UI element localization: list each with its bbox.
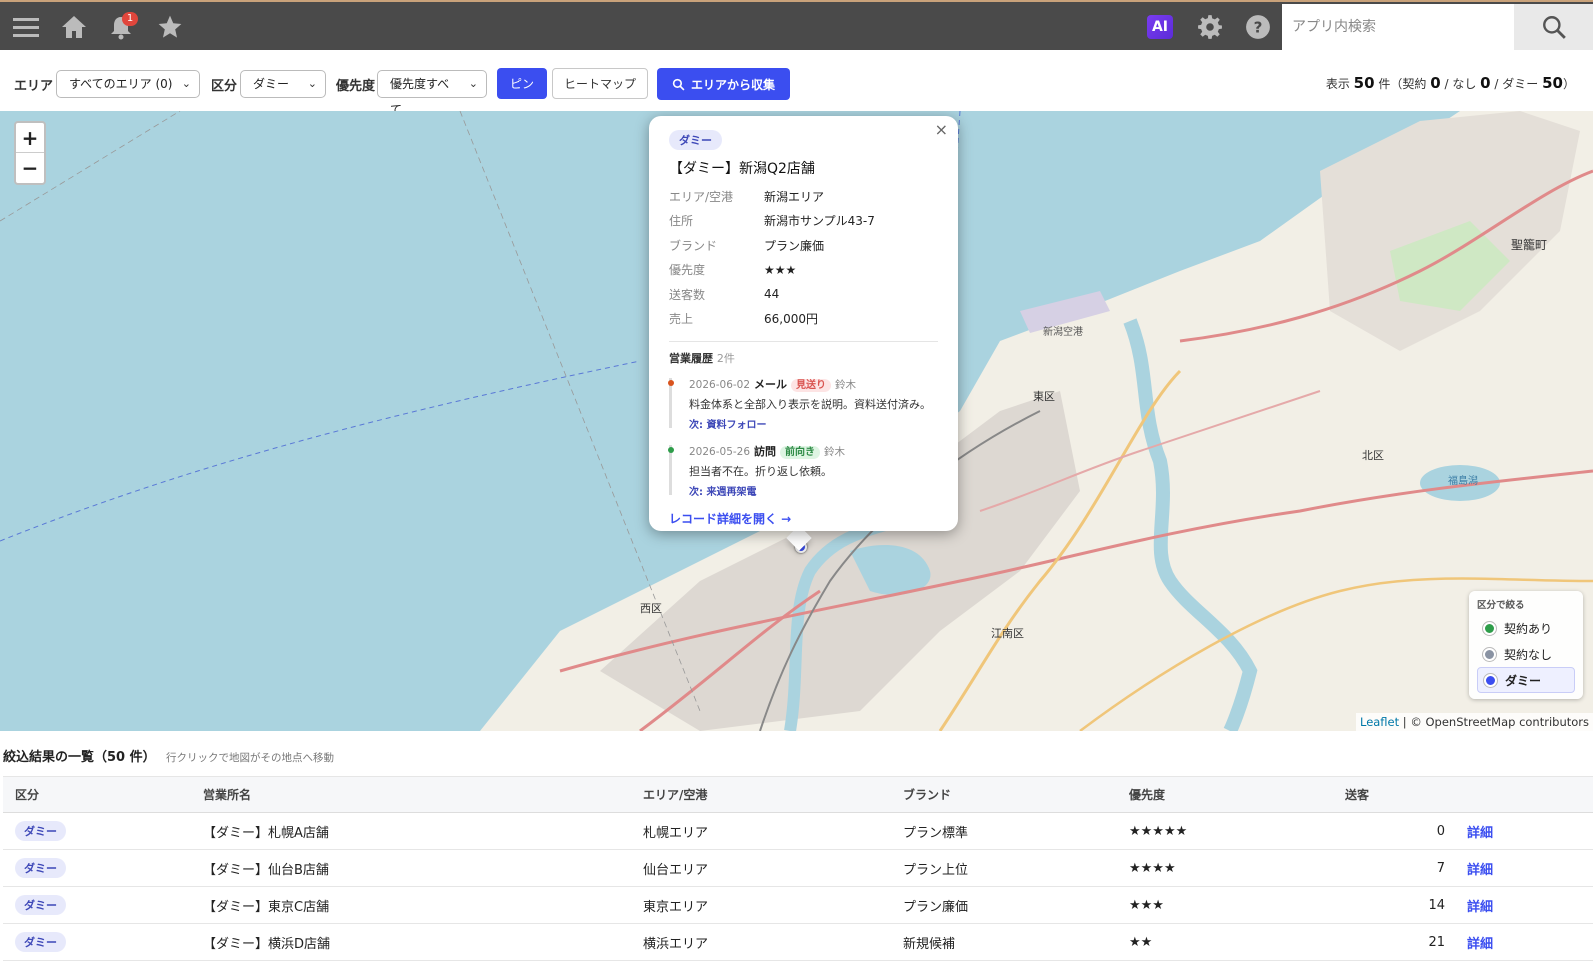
priority-select[interactable]: 優先度すべて ⌄	[377, 70, 487, 117]
map-label-fukushimagata: 福島潟	[1448, 476, 1478, 487]
no-contract-count: 0	[1480, 74, 1491, 92]
area-select-value: すべてのエリア (0)	[69, 77, 173, 91]
open-record-detail-link[interactable]: レコード詳細を開く →	[669, 510, 938, 527]
zoom-out-button[interactable]: −	[16, 153, 44, 183]
history-entry: 2026-05-26 訪問 前向き 鈴木 担当者不在。折り返し依頼。 次: 来週再架電	[668, 443, 938, 498]
area-select[interactable]: すべてのエリア (0) ⌄	[56, 70, 200, 98]
category-badge: ダミー	[15, 895, 66, 915]
chevron-down-icon: ⌄	[468, 77, 478, 90]
column-priority: 優先度	[1129, 776, 1345, 813]
table-row[interactable]: ダミー 【ダミー】仙台B店舗 仙台エリア プラン上位 ★★★★ 7 詳細	[3, 849, 1593, 887]
table-header-row: 区分 営業所名 エリア/空港 ブランド 優先度 送客	[3, 776, 1593, 813]
legend-dot	[1483, 621, 1496, 635]
list-title: 絞込結果の一覧（50 件）	[3, 750, 156, 765]
history-entry: 2026-06-02 メール 見送り 鈴木 料金体系と全部入り表示を説明。資料送付済み…	[668, 376, 938, 431]
popup-sent-count: 44	[764, 287, 780, 302]
menu-icon[interactable]	[9, 10, 43, 44]
map-attribution: Leaflet | © OpenStreetMap contributors	[1355, 713, 1593, 731]
category-badge: ダミー	[15, 858, 66, 878]
settings-gear-icon[interactable]	[1193, 10, 1227, 44]
status-badge: 前向き	[780, 446, 821, 459]
result-summary: 表示 50 件（契約 0 / なし 0 / ダミー 50）	[1325, 74, 1575, 92]
sales-history-heading: 営業履歴 2件	[669, 352, 735, 365]
list-hint: 行クリックで地図がその地点へ移動	[166, 752, 334, 764]
table-row[interactable]: ダミー 【ダミー】東京C店舗 東京エリア プラン廉価 ★★★ 14 詳細	[3, 886, 1593, 924]
map-view[interactable]: 新潟空港 東区 北区 西区 江南区 聖籠町 福島潟 + − 区分で絞る 契約あり…	[0, 111, 1593, 731]
priority-filter-label: 優先度	[336, 79, 376, 94]
app-search-input[interactable]	[1282, 4, 1514, 50]
ai-assistant-button[interactable]: AI	[1147, 15, 1173, 39]
column-area: エリア/空港	[643, 776, 903, 813]
search-icon	[672, 78, 685, 90]
total-count: 50	[1353, 74, 1375, 92]
contract-count: 0	[1430, 74, 1441, 92]
store-popup: × ダミー 【ダミー】新潟Q2店舗 エリア/空港 新潟エリア 住所 新潟市サンプル4…	[649, 116, 958, 531]
legend-item-contract[interactable]: 契約あり	[1477, 615, 1575, 641]
home-icon[interactable]	[57, 10, 91, 44]
help-icon[interactable]: ?	[1241, 10, 1275, 44]
map-label-nishi: 西区	[640, 602, 662, 615]
collect-from-area-button[interactable]: エリアから収集	[657, 68, 790, 100]
popup-area: 新潟エリア	[764, 189, 825, 204]
legend-title: 区分で絞る	[1477, 600, 1525, 611]
popup-priority: ★★★	[764, 262, 797, 277]
popup-sales: 66,000円	[764, 312, 818, 327]
category-badge: ダミー	[15, 821, 66, 841]
search-icon	[1542, 16, 1566, 39]
category-badge: ダミー	[15, 932, 66, 952]
table-row[interactable]: ダミー 【ダミー】横浜D店舗 横浜エリア 新規候補 ★★ 21 詳細	[3, 923, 1593, 961]
legend-item-no-contract[interactable]: 契約なし	[1477, 641, 1575, 667]
popup-brand: プラン廉価	[764, 238, 825, 253]
leaflet-link[interactable]: Leaflet	[1360, 715, 1399, 729]
map-label-airport: 新潟空港	[1043, 327, 1083, 338]
column-category: 区分	[3, 776, 203, 813]
favorites-star-icon[interactable]	[153, 10, 187, 44]
heatmap-view-button[interactable]: ヒートマップ	[552, 68, 648, 99]
popup-title: 【ダミー】新潟Q2店舗	[669, 161, 815, 177]
legend-item-dummy[interactable]: ダミー	[1477, 667, 1575, 693]
map-label-higashi: 東区	[1033, 390, 1055, 403]
results-table: 区分 営業所名 エリア/空港 ブランド 優先度 送客 ダミー 【ダミー】札幌A店…	[3, 776, 1593, 961]
popup-category-tag: ダミー	[669, 130, 722, 150]
notification-bell-icon[interactable]: 1	[104, 10, 138, 44]
map-label-konan: 江南区	[991, 627, 1024, 640]
column-brand: ブランド	[903, 776, 1129, 813]
popup-address: 新潟市サンプル43-7	[764, 214, 875, 229]
map-label-seiro: 聖籠町	[1511, 238, 1548, 252]
close-icon[interactable]: ×	[935, 120, 948, 139]
chevron-down-icon: ⌄	[307, 77, 317, 90]
zoom-in-button[interactable]: +	[16, 123, 44, 153]
column-name: 営業所名	[203, 776, 643, 813]
category-legend: 区分で絞る 契約あり 契約なし ダミー	[1469, 591, 1583, 699]
detail-link[interactable]: 詳細	[1467, 849, 1593, 887]
detail-link[interactable]: 詳細	[1467, 886, 1593, 924]
legend-dot	[1484, 673, 1497, 687]
table-row[interactable]: ダミー 【ダミー】札幌A店舗 札幌エリア プラン標準 ★★★★★ 0 詳細	[3, 812, 1593, 850]
pin-view-button[interactable]: ピン	[497, 68, 547, 99]
category-select-value: ダミー	[253, 77, 290, 91]
search-button[interactable]	[1514, 4, 1593, 50]
dummy-count: 50	[1542, 74, 1563, 92]
category-filter-label: 区分	[211, 79, 238, 94]
svg-text:?: ?	[1254, 18, 1263, 36]
category-select[interactable]: ダミー ⌄	[240, 70, 326, 98]
detail-link[interactable]: 詳細	[1467, 923, 1593, 961]
column-sent: 送客	[1345, 776, 1467, 813]
collect-button-label: エリアから収集	[690, 77, 775, 92]
zoom-control: + −	[14, 121, 46, 185]
legend-dot	[1483, 647, 1496, 661]
area-filter-label: エリア	[14, 79, 54, 94]
popup-fields: エリア/空港 新潟エリア 住所 新潟市サンプル43-7 ブランド プラン廉価 優先度 ★…	[669, 189, 875, 327]
filter-bar: エリア すべてのエリア (0) ⌄ 区分 ダミー ⌄ 優先度 優先度すべて ⌄ …	[0, 64, 1593, 117]
status-badge: 見送り	[791, 379, 832, 392]
map-label-kita: 北区	[1362, 449, 1384, 462]
chevron-down-icon: ⌄	[181, 77, 191, 90]
detail-link[interactable]: 詳細	[1467, 812, 1593, 850]
notification-badge: 1	[122, 12, 138, 26]
top-bar: 1 AI ?	[0, 0, 1593, 50]
